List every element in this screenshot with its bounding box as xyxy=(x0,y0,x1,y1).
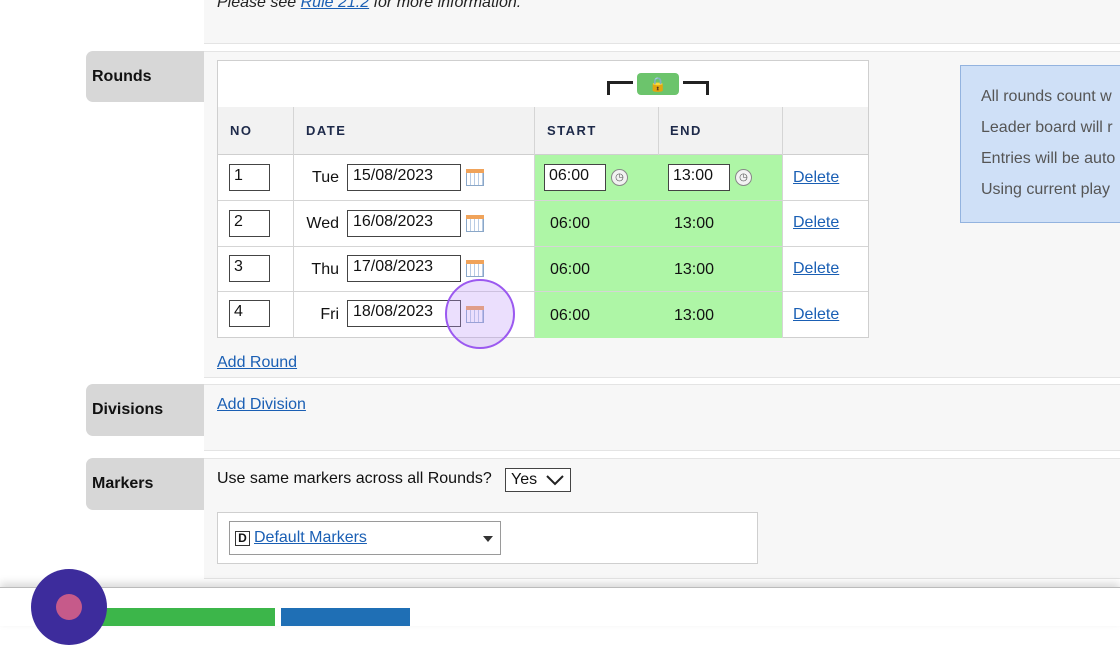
rule-link[interactable]: Rule 21.2 xyxy=(301,0,370,11)
delete-round-link[interactable]: Delete xyxy=(793,306,839,324)
round-number-input[interactable]: 3 xyxy=(229,255,270,282)
time-lock-group: 🔒 xyxy=(605,72,711,96)
lock-bracket-right xyxy=(683,81,709,95)
click-highlight xyxy=(445,279,515,349)
same-markers-select[interactable]: Yes xyxy=(505,468,571,492)
rounds-section-label: Rounds xyxy=(86,51,204,102)
start-time: 06:00 xyxy=(550,307,591,324)
info-line: Using current play xyxy=(981,181,1110,198)
info-line: Entries will be auto xyxy=(981,150,1116,167)
chevron-down-icon xyxy=(546,475,564,486)
rule-notice: Please see Rule 21.2 for more informatio… xyxy=(204,0,1120,44)
start-time: 06:00 xyxy=(550,215,591,232)
col-header-end: END xyxy=(670,123,702,138)
calendar-icon[interactable] xyxy=(466,215,484,232)
calendar-icon[interactable] xyxy=(466,260,484,277)
round-day: Wed xyxy=(306,215,339,232)
delete-round-link[interactable]: Delete xyxy=(793,169,839,187)
col-header-no: NO xyxy=(230,123,253,138)
info-line: All rounds count w xyxy=(981,88,1112,105)
delete-round-link[interactable]: Delete xyxy=(793,260,839,278)
round-day: Tue xyxy=(312,169,339,186)
end-time: 13:00 xyxy=(674,215,715,232)
markers-dropdown[interactable]: D Default Markers xyxy=(229,521,501,555)
marker-type-icon: D xyxy=(235,531,250,546)
round-date-input[interactable]: 15/08/2023 xyxy=(347,164,461,191)
round-date-input[interactable]: 16/08/2023 xyxy=(347,210,461,237)
clock-icon[interactable]: ◷ xyxy=(735,169,752,186)
markers-section-label: Markers xyxy=(86,458,204,510)
clock-icon[interactable]: ◷ xyxy=(611,169,628,186)
col-header-start: START xyxy=(547,123,597,138)
round-date-input[interactable]: 17/08/2023 xyxy=(347,255,461,282)
assistant-button[interactable] xyxy=(31,569,107,645)
calendar-icon[interactable] xyxy=(466,169,484,186)
info-line: Leader board will r xyxy=(981,119,1113,136)
rounds-table-header: NO DATE START END xyxy=(218,107,868,155)
start-time: 06:00 xyxy=(550,261,591,278)
primary-action-button[interactable] xyxy=(99,608,275,626)
round-day: Fri xyxy=(320,306,339,323)
round-number-input[interactable]: 2 xyxy=(229,210,270,237)
default-markers-link[interactable]: Default Markers xyxy=(254,529,367,547)
end-time-input[interactable]: 13:00 xyxy=(668,164,730,191)
assistant-icon xyxy=(56,594,82,620)
add-division-link[interactable]: Add Division xyxy=(217,396,306,414)
same-markers-value: Yes xyxy=(511,471,538,488)
secondary-action-button[interactable] xyxy=(281,608,410,626)
divisions-panel xyxy=(204,384,1120,451)
same-markers-question: Use same markers across all Rounds? xyxy=(217,470,492,487)
end-time: 13:00 xyxy=(674,261,715,278)
round-day: Thu xyxy=(311,261,339,278)
col-divider xyxy=(658,107,659,155)
round-number-input[interactable]: 4 xyxy=(229,300,270,327)
rule-notice-text: Please see Rule 21.2 for more informatio… xyxy=(217,0,521,12)
rounds-info-box: All rounds count w Leader board will r E… xyxy=(960,65,1120,223)
delete-round-link[interactable]: Delete xyxy=(793,214,839,232)
caret-down-icon[interactable] xyxy=(483,536,493,542)
add-round-link[interactable]: Add Round xyxy=(217,354,297,372)
lock-bracket-left xyxy=(607,81,633,95)
round-date-input[interactable]: 18/08/2023 xyxy=(347,300,461,327)
start-time-input[interactable]: 06:00 xyxy=(544,164,606,191)
divisions-section-label: Divisions xyxy=(86,384,204,436)
round-number-input[interactable]: 1 xyxy=(229,164,270,191)
end-time: 13:00 xyxy=(674,307,715,324)
lock-icon[interactable]: 🔒 xyxy=(637,73,679,95)
col-header-date: DATE xyxy=(306,123,347,138)
